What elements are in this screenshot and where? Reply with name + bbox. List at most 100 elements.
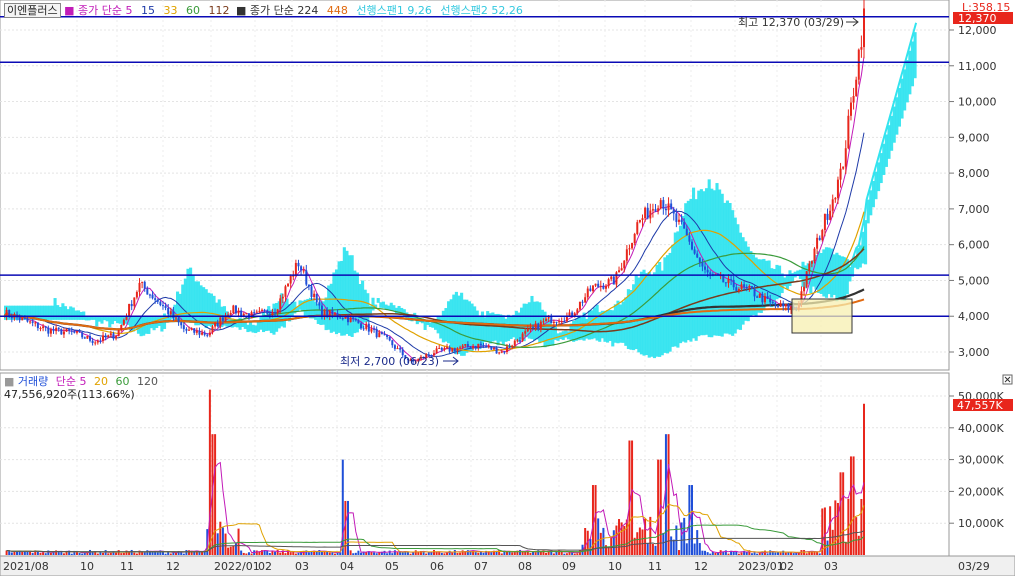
- candle-body: [709, 272, 712, 275]
- volume-bar: [519, 549, 521, 555]
- candle-body: [821, 230, 824, 240]
- candle-body: [743, 284, 746, 287]
- volume-bar: [651, 543, 654, 555]
- stock-name-box[interactable]: 이엔플러스: [4, 3, 61, 18]
- candle-body: [805, 271, 808, 287]
- volume-square-icon: ■: [4, 375, 15, 388]
- time-tick-label: 11: [648, 560, 662, 573]
- annotation-box[interactable]: [791, 298, 853, 334]
- candle-body: [229, 312, 232, 315]
- candle-body: [842, 166, 845, 169]
- candle-body: [605, 286, 607, 289]
- legend-square-icon-2: ■: [236, 4, 247, 17]
- candle-body: [287, 283, 290, 287]
- candle-body: [753, 288, 756, 297]
- span2-params: 52,26: [491, 4, 523, 17]
- volume-bar: [409, 553, 412, 555]
- volume-bar: [667, 434, 670, 555]
- candle-body: [23, 317, 26, 319]
- candle-body: [89, 336, 91, 341]
- volume-legend: ■ 거래량 단순 5 20 60 120 47,556,920주(113.66%…: [4, 375, 158, 401]
- candle-body: [341, 318, 344, 320]
- candle-body: [378, 332, 381, 338]
- candle-body: [138, 282, 141, 292]
- candle-body: [146, 288, 149, 295]
- candle-body: [399, 348, 402, 350]
- candle-body: [727, 279, 730, 284]
- candle-body: [175, 317, 177, 319]
- volume-bar: [628, 440, 631, 555]
- candle-body: [73, 331, 76, 333]
- candle-body: [485, 345, 488, 347]
- candle-body: [852, 95, 855, 103]
- candle-body: [677, 219, 680, 222]
- volume-bar: [753, 552, 756, 555]
- volume-bar: [81, 553, 84, 555]
- candle-body: [477, 343, 480, 348]
- candle-body: [602, 285, 605, 289]
- candle-body: [180, 322, 183, 326]
- price-tick-label: 11,000: [958, 60, 997, 73]
- time-tick-label: 2022/01: [214, 560, 260, 573]
- volume-bar: [615, 525, 618, 555]
- candle-body: [482, 345, 485, 347]
- candle-body: [581, 301, 584, 303]
- candle-body: [31, 321, 34, 323]
- volume-bar: [323, 551, 326, 555]
- candle-body: [370, 328, 373, 332]
- candle-body: [318, 302, 321, 306]
- candle-body: [219, 317, 222, 327]
- time-axis-bar: [0, 555, 1015, 576]
- price-tick-label: 10,000: [958, 96, 997, 109]
- candle-body: [18, 317, 21, 321]
- candle-body: [307, 284, 310, 287]
- candle-body: [683, 221, 686, 229]
- volume-bar: [638, 527, 641, 555]
- candle-body: [675, 213, 678, 222]
- candle-body: [526, 328, 529, 332]
- candle-body: [748, 286, 751, 288]
- volume-bar: [545, 552, 548, 555]
- volume-bar: [610, 536, 613, 555]
- candle-body: [49, 329, 52, 334]
- candle-body: [649, 210, 652, 219]
- candle-body: [521, 333, 524, 341]
- volume-bar: [141, 552, 144, 555]
- candle-body: [34, 322, 37, 324]
- volume-bar: [23, 551, 26, 555]
- candle-body: [503, 351, 506, 353]
- candle-body: [271, 312, 274, 316]
- time-tick-label: 05: [385, 560, 399, 573]
- candle-body: [586, 288, 589, 298]
- candle-body: [201, 332, 204, 335]
- volume-bar: [29, 551, 32, 555]
- price-tick-label: 6,000: [958, 239, 990, 252]
- candle-body: [195, 330, 198, 333]
- volume-bar: [375, 553, 378, 555]
- volume-bar: [696, 530, 699, 555]
- price-tick-label: 7,000: [958, 203, 990, 216]
- low-annotation: 최저 2,700 (06/23): [340, 355, 439, 368]
- candle-body: [633, 233, 636, 244]
- candle-body: [302, 270, 305, 272]
- candle-body: [107, 335, 110, 338]
- candle-body: [550, 316, 553, 324]
- candle-body: [469, 346, 472, 349]
- candle-body: [537, 323, 540, 330]
- candle-body: [730, 279, 733, 281]
- volume-bar: [354, 552, 357, 555]
- candle-body: [169, 311, 172, 315]
- volume-bar: [120, 553, 123, 555]
- ma5-legend: 5: [125, 4, 133, 17]
- candle-body: [242, 313, 245, 316]
- volume-bar: [62, 553, 65, 555]
- candle-body: [448, 347, 451, 352]
- time-tick-label: 06: [430, 560, 444, 573]
- cloud-segment: [376, 298, 380, 303]
- volume-bar: [310, 551, 313, 555]
- legend-square-icon: ■: [64, 4, 75, 17]
- stock-chart[interactable]: 12,000 11,000 10,000 9,000 8,000 7,000 6,000 5,…: [0, 0, 1015, 576]
- volume-tick-label: 40,000K: [958, 422, 1004, 435]
- price-ma-label-2: 종가 단순: [249, 4, 294, 17]
- candle-body: [65, 328, 68, 332]
